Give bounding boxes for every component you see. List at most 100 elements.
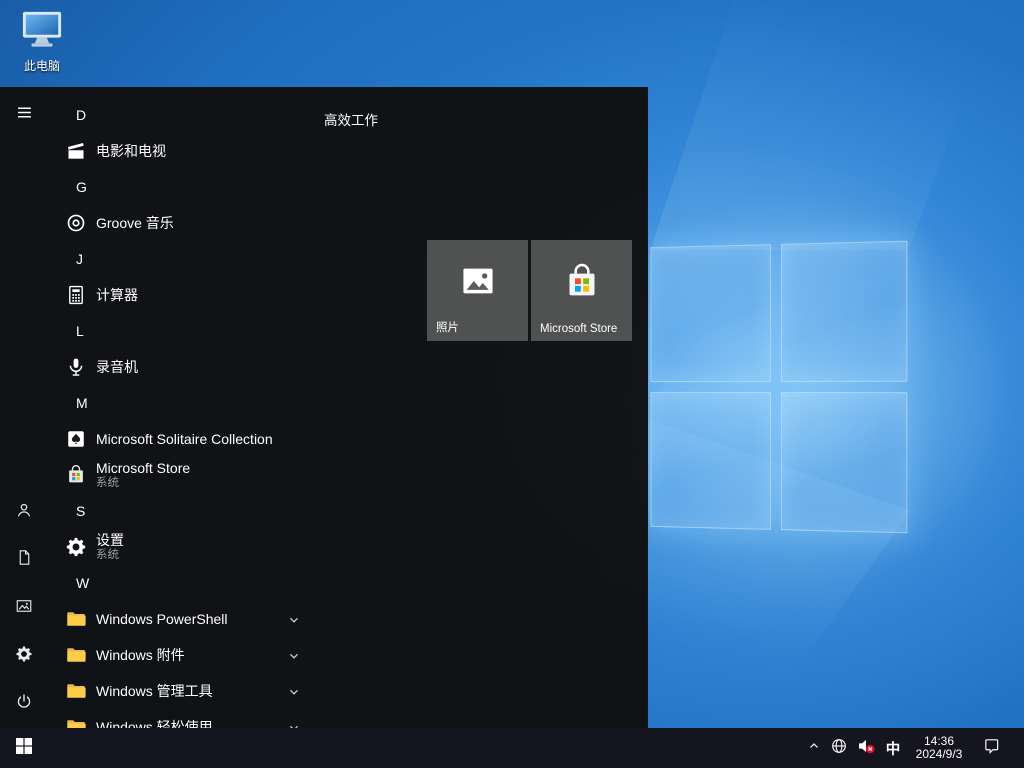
clock[interactable]: 14:36 2024/9/3 [906,728,972,768]
tile-label: Microsoft Store [540,323,617,335]
app-item-groove-music[interactable]: Groove 音乐 [48,205,348,241]
clock-date: 2024/9/3 [916,748,963,761]
app-item-settings[interactable]: 设置 系统 [48,529,348,565]
action-center-button[interactable] [972,728,1010,768]
folder-icon [64,607,88,631]
app-item-calculator[interactable]: 计算器 [48,277,348,313]
app-text: Microsoft Store 系统 [96,460,190,490]
section-letter-label: G [76,179,87,195]
store-icon [64,463,88,487]
app-label: 计算器 [96,285,138,305]
section-letter-label: J [76,251,83,267]
tile-group-title[interactable]: 高效工作 [324,109,378,129]
app-label: Windows 管理工具 [96,681,213,701]
store-icon [531,262,632,302]
window-pane [781,241,907,382]
desktop-icon-this-pc[interactable]: 此电脑 [10,8,74,74]
window-pane [650,244,771,382]
chevron-down-icon[interactable] [288,721,300,728]
this-pc-icon [19,37,65,54]
section-letter-label: W [76,575,89,591]
folder-icon [64,679,88,703]
folder-icon [64,643,88,667]
hamburger-icon [16,104,33,126]
taskbar: 中 14:36 2024/9/3 [0,728,1024,768]
pictures-button[interactable] [0,584,48,632]
section-letter-d[interactable]: D [48,97,348,133]
calculator-icon [64,283,88,307]
app-label: 设置 [96,532,124,548]
app-item-windows-powershell[interactable]: Windows PowerShell [48,601,348,637]
volume-button[interactable] [852,728,880,768]
settings-button[interactable] [0,632,48,680]
window-pane [781,392,907,533]
app-label: Windows 轻松使用 [96,717,213,728]
system-tray: 中 14:36 2024/9/3 [802,728,1024,768]
documents-button[interactable] [0,536,48,584]
section-letter-label: L [76,323,84,339]
start-button[interactable] [0,728,48,768]
start-menu-rail [0,87,48,728]
app-item-windows-admin-tools[interactable]: Windows 管理工具 [48,673,348,709]
app-label: Windows PowerShell [96,611,228,627]
ime-label: 中 [886,738,901,759]
section-letter-label: D [76,107,86,123]
app-subtitle: 系统 [96,476,190,490]
chevron-down-icon[interactable] [288,685,300,697]
chevron-down-icon[interactable] [288,613,300,625]
app-subtitle: 系统 [96,548,124,562]
app-item-windows-accessories[interactable]: Windows 附件 [48,637,348,673]
section-letter-j[interactable]: J [48,241,348,277]
movies-tv-icon [64,139,88,163]
power-icon [15,693,33,716]
app-label: 电影和电视 [96,141,166,161]
expand-menu-button[interactable] [0,91,48,139]
section-letter-g[interactable]: G [48,169,348,205]
section-letter-m[interactable]: M [48,385,348,421]
app-item-windows-ease-of-access[interactable]: Windows 轻松使用 [48,709,348,728]
action-center-icon [983,737,1000,759]
start-menu: D 电影和电视 G Groove 音乐 J 计算器 L 录音 [0,87,648,728]
desktop-icon-label: 此电脑 [10,57,74,74]
section-letter-label: S [76,503,85,519]
app-item-solitaire[interactable]: Microsoft Solitaire Collection [48,421,348,457]
speaker-muted-icon [857,738,875,759]
power-button[interactable] [0,680,48,728]
app-text: 设置 系统 [96,532,124,562]
section-letter-label: M [76,395,88,411]
app-label: Groove 音乐 [96,213,174,233]
tray-overflow-button[interactable] [802,728,826,768]
app-label: Microsoft Store [96,460,190,476]
tile-photos[interactable]: 照片 [427,240,528,341]
globe-network-icon [831,738,847,759]
app-label: Windows 附件 [96,645,185,665]
section-letter-w[interactable]: W [48,565,348,601]
start-app-list: D 电影和电视 G Groove 音乐 J 计算器 L 录音 [48,87,348,728]
microphone-icon [64,355,88,379]
network-button[interactable] [826,728,852,768]
gear-icon [15,645,33,668]
chevron-up-icon [808,739,820,757]
app-item-voice-recorder[interactable]: 录音机 [48,349,348,385]
windows-logo-wallpaper [650,241,907,534]
settings-gear-icon [64,535,88,559]
window-pane [650,392,771,530]
section-letter-l[interactable]: L [48,313,348,349]
solitaire-icon [64,427,88,451]
photos-icon [427,262,528,300]
ime-indicator[interactable]: 中 [880,728,906,768]
app-item-microsoft-store[interactable]: Microsoft Store 系统 [48,457,348,493]
folder-icon [64,715,88,728]
tile-label: 照片 [436,319,459,335]
app-item-movies-tv[interactable]: 电影和电视 [48,133,348,169]
user-icon [15,501,33,524]
chevron-down-icon[interactable] [288,649,300,661]
groove-music-icon [64,211,88,235]
pictures-icon [15,597,33,620]
section-letter-s[interactable]: S [48,493,348,529]
document-icon [16,549,33,571]
windows-logo-icon [16,738,32,759]
tile-microsoft-store[interactable]: Microsoft Store [531,240,632,341]
app-label: 录音机 [96,357,138,377]
account-button[interactable] [0,488,48,536]
